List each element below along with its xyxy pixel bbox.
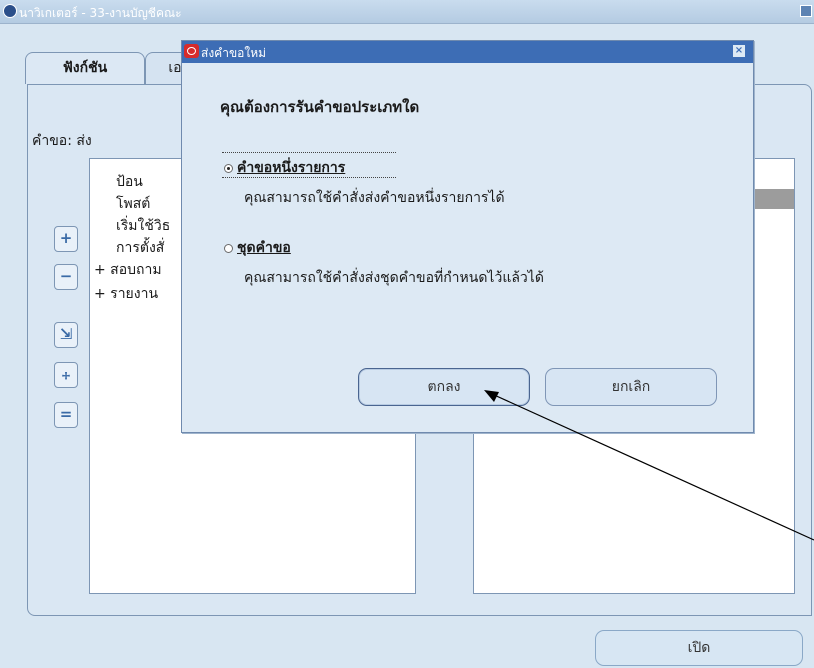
single-request-label[interactable]: คำขอหนึ่งรายการ: [237, 157, 345, 179]
single-request-description: คุณสามารถใช้คำสั่งส่งคำขอหนึ่งรายการได้: [244, 190, 505, 206]
tree-item-start[interactable]: เริ่มใช้วิธ: [116, 215, 170, 237]
expand-all-icon[interactable]: ⧾: [54, 362, 78, 388]
cancel-button[interactable]: ยกเลิก: [545, 368, 717, 406]
oracle-logo-icon: [184, 44, 199, 58]
tree-item-inquiry[interactable]: + สอบถาม: [94, 259, 162, 281]
tree-item-setup[interactable]: การตั้งสั่: [116, 237, 164, 259]
dialog-title: ส่งคำขอใหม่: [201, 46, 267, 60]
navigator-title-bar: นาวิเกเตอร์ - 33-งานบัญชีคณะ: [0, 0, 814, 24]
focus-outline: [222, 177, 396, 178]
collapse-all-icon[interactable]: =: [54, 402, 78, 428]
tree-item-enter[interactable]: ป้อน: [116, 171, 143, 193]
tab-functions[interactable]: ฟังก์ชัน: [25, 52, 145, 84]
close-icon[interactable]: ×: [733, 45, 745, 57]
request-label: คำขอ: ส่ง: [32, 133, 92, 149]
focus-outline: [222, 152, 396, 153]
dialog-question: คุณต้องการรันคำขอประเภทใด: [220, 98, 420, 116]
request-set-description: คุณสามารถใช้คำสั่งส่งชุดคำขอที่กำหนดไว้แ…: [244, 270, 544, 286]
tree-item-post[interactable]: โพสต์: [116, 193, 150, 215]
request-set-label[interactable]: ชุดคำขอ: [237, 237, 291, 259]
ok-button[interactable]: ตกลง: [358, 368, 530, 406]
navigator-title: นาวิเกเตอร์ - 33-งานบัญชีคณะ: [19, 6, 182, 20]
dialog-title-bar: ส่งคำขอใหม่ ×: [182, 41, 753, 63]
single-request-radio[interactable]: [224, 164, 233, 173]
request-set-radio[interactable]: [224, 244, 233, 253]
minus-icon[interactable]: −: [54, 264, 78, 290]
minimize-button[interactable]: [800, 5, 812, 17]
expand-branch-icon[interactable]: ⇲: [54, 322, 78, 348]
navigator-window: นาวิเกเตอร์ - 33-งานบัญชีคณะ ฟังก์ชัน เอ…: [0, 0, 814, 668]
plus-icon[interactable]: +: [54, 226, 78, 252]
submit-new-request-dialog: ส่งคำขอใหม่ × คุณต้องการรันคำขอประเภทใด …: [181, 40, 754, 433]
open-button[interactable]: เปิด: [595, 630, 803, 666]
tree-item-reports[interactable]: + รายงาน: [94, 283, 158, 305]
oracle-app-icon: [3, 4, 17, 18]
